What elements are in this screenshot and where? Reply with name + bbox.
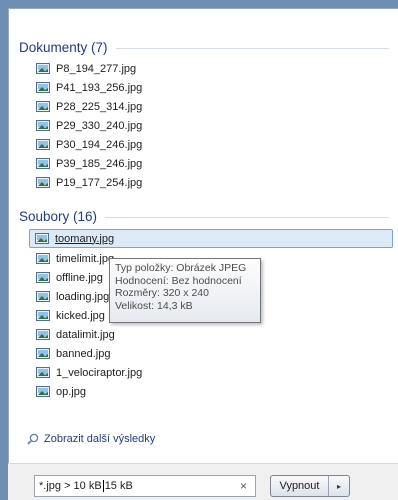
image-file-icon xyxy=(36,329,50,340)
file-name: op.jpg xyxy=(56,385,86,398)
text-caret xyxy=(102,480,104,492)
file-info-tooltip: Typ položky: Obrázek JPEG Hodnocení: Bez… xyxy=(109,258,261,323)
group-header-files[interactable]: Soubory (16) xyxy=(19,206,389,226)
image-file-icon xyxy=(36,158,50,169)
file-name: timelimit.jpg xyxy=(56,252,115,265)
file-name: P8_194_277.jpg xyxy=(56,62,137,75)
file-name: P28_225_314.jpg xyxy=(56,100,143,113)
shutdown-button-group: Vypnout ▸ xyxy=(270,475,350,497)
see-more-results-link[interactable]: Zobrazit další výsledky xyxy=(27,433,155,445)
image-file-icon xyxy=(36,120,50,131)
image-file-icon xyxy=(36,310,50,321)
image-file-icon xyxy=(36,253,50,264)
image-file-icon xyxy=(36,367,50,378)
file-name: P30_194_246.jpg xyxy=(56,138,143,151)
list-item[interactable]: op.jpg xyxy=(31,382,389,401)
list-item[interactable]: P19_177_254.jpg xyxy=(31,173,389,192)
image-file-icon xyxy=(36,386,50,397)
list-item-selected[interactable]: toomany.jpg xyxy=(29,229,393,248)
file-name: P39_185_246.jpg xyxy=(56,157,143,170)
search-input[interactable]: *.jpg > 10 kB 15 kB × xyxy=(34,475,256,497)
list-item[interactable]: datalimit.jpg xyxy=(31,325,389,344)
start-menu-bottom-bar: *.jpg > 10 kB 15 kB × Vypnout ▸ xyxy=(8,463,398,500)
file-name: toomany.jpg xyxy=(55,232,115,245)
list-item[interactable]: P28_225_314.jpg xyxy=(31,97,389,116)
search-text-before-caret: *.jpg > 10 kB xyxy=(39,480,102,492)
list-item[interactable]: P8_194_277.jpg xyxy=(31,59,389,78)
list-item[interactable]: banned.jpg xyxy=(31,344,389,363)
shutdown-options-button[interactable]: ▸ xyxy=(328,476,349,496)
image-file-icon xyxy=(36,63,50,74)
search-text-after-caret: 15 kB xyxy=(104,480,133,492)
image-file-icon xyxy=(36,272,50,283)
group-title: Dokumenty (7) xyxy=(19,39,108,55)
group-header-documents[interactable]: Dokumenty (7) xyxy=(19,37,389,57)
list-item[interactable]: P30_194_246.jpg xyxy=(31,135,389,154)
image-file-icon xyxy=(36,291,50,302)
file-name: 1_velociraptor.jpg xyxy=(56,366,143,379)
file-name: kicked.jpg xyxy=(56,309,105,322)
file-name: banned.jpg xyxy=(56,347,111,360)
group-divider xyxy=(115,47,389,49)
image-file-icon xyxy=(35,233,49,244)
tooltip-size: Velikost: 14,3 kB xyxy=(115,299,193,312)
search-icon xyxy=(27,433,39,445)
clear-search-button[interactable]: × xyxy=(240,479,247,493)
tooltip-type: Typ položky: Obrázek JPEG xyxy=(115,262,247,274)
file-name: P41_193_256.jpg xyxy=(56,81,143,94)
list-item[interactable]: P39_185_246.jpg xyxy=(31,154,389,173)
group-divider xyxy=(105,216,389,218)
shutdown-button[interactable]: Vypnout xyxy=(271,476,328,496)
file-name: P19_177_254.jpg xyxy=(56,176,143,189)
tooltip-rating: Hodnocení: Bez hodnocení xyxy=(115,274,242,287)
start-menu-search-results: Dokumenty (7) P8_194_277.jpg P41_193_256… xyxy=(8,8,398,500)
file-name: datalimit.jpg xyxy=(56,328,115,341)
image-file-icon xyxy=(36,101,50,112)
list-item[interactable]: P41_193_256.jpg xyxy=(31,78,389,97)
file-name: offline.jpg xyxy=(56,271,103,284)
image-file-icon xyxy=(36,348,50,359)
image-file-icon xyxy=(36,177,50,188)
tooltip-dimensions: Rozměry: 320 x 240 xyxy=(115,287,209,299)
see-more-results-label: Zobrazit další výsledky xyxy=(44,433,156,445)
image-file-icon xyxy=(36,139,50,150)
group-title: Soubory (16) xyxy=(19,208,98,224)
list-item[interactable]: 1_velociraptor.jpg xyxy=(31,363,389,382)
image-file-icon xyxy=(36,82,50,93)
file-name: P29_330_240.jpg xyxy=(56,119,143,132)
file-name: loading.jpg xyxy=(56,290,110,303)
list-item[interactable]: P29_330_240.jpg xyxy=(31,116,389,135)
